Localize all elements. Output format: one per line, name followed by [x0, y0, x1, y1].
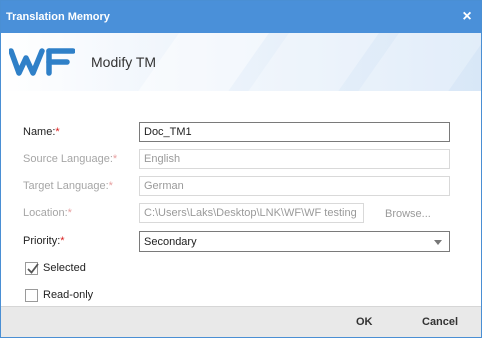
wordfast-logo-icon — [9, 48, 75, 76]
location-label: Location:* — [23, 207, 72, 219]
close-icon[interactable]: × — [457, 7, 477, 27]
target-language-field: German — [139, 176, 450, 196]
read-only-label[interactable]: Read-only — [43, 289, 93, 301]
dialog-title: Translation Memory — [6, 11, 110, 23]
title-bar: Translation Memory × — [1, 1, 481, 33]
location-field: C:\Users\Laks\Desktop\LNK\WF\WF testing — [139, 203, 364, 223]
translation-memory-dialog: Translation Memory × Modify TM Name:* Do… — [0, 0, 482, 338]
chevron-down-icon — [434, 240, 442, 245]
target-language-label: Target Language:* — [23, 180, 113, 192]
source-language-field: English — [139, 149, 450, 169]
required-marker: * — [108, 180, 113, 192]
dialog-footer: OK Cancel — [1, 306, 481, 337]
required-marker: * — [112, 153, 118, 165]
selected-label[interactable]: Selected — [43, 262, 86, 274]
priority-value: Secondary — [144, 236, 197, 248]
required-marker: * — [60, 235, 65, 247]
checkmark-icon — [27, 263, 39, 274]
required-marker: * — [55, 126, 60, 138]
name-input[interactable]: Doc_TM1 — [139, 122, 450, 142]
cancel-button[interactable]: Cancel — [422, 316, 458, 328]
priority-select[interactable]: Secondary — [139, 231, 450, 252]
selected-checkbox[interactable] — [25, 262, 39, 275]
source-language-label: Source Language:* — [23, 153, 118, 165]
header-banner: Modify TM — [1, 33, 481, 91]
dialog-heading: Modify TM — [91, 54, 157, 70]
read-only-checkbox[interactable] — [25, 289, 38, 302]
ok-button[interactable]: OK — [356, 316, 373, 328]
priority-label: Priority:* — [23, 235, 65, 247]
name-label: Name:* — [23, 126, 60, 138]
browse-button: Browse... — [385, 208, 431, 220]
required-marker: * — [67, 207, 72, 219]
